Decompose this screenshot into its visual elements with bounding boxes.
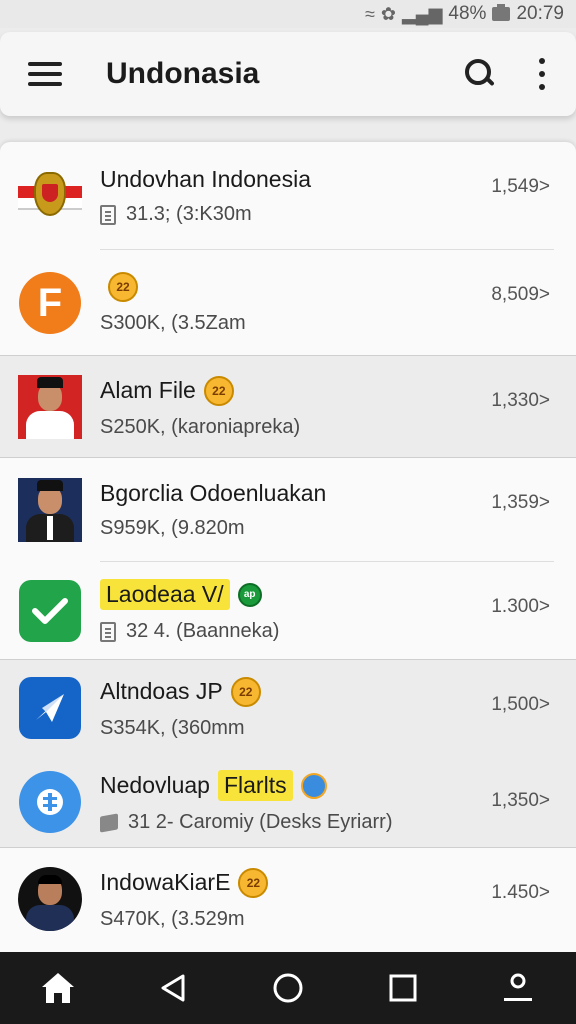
profile-button[interactable] (488, 958, 548, 1018)
cross-logo-icon (18, 770, 82, 834)
item-count: 1,359> (491, 492, 550, 513)
battery-percent: 48% (448, 3, 487, 24)
item-subtitle: S300K, (3.5Zam (100, 311, 246, 334)
item-subtitle: S470K, (3.529m (100, 907, 245, 930)
navigation-bar (0, 952, 576, 1024)
emoji-badge-icon: 22 (230, 676, 261, 707)
list-item[interactable]: Altndoas JP 22 S354K, (360mm 1,500> (0, 660, 576, 756)
emoji-badge-icon: ap (237, 582, 262, 607)
coat-of-arms-icon (18, 164, 82, 228)
item-subtitle: 31 2- Caromiy (Desks Eyriarr) (128, 811, 393, 833)
item-title: IndowaKiarE (100, 869, 231, 895)
item-subtitle: S354K, (360mm (100, 716, 245, 739)
f-logo-icon: F (18, 271, 82, 335)
emoji-badge-icon: 22 (203, 375, 234, 406)
item-count: 1.450> (491, 882, 550, 903)
portrait-photo (18, 478, 82, 542)
list-item[interactable]: IndowaKiarE 22 S470K, (3.529m 1.450> (0, 848, 576, 950)
circle-icon (273, 973, 303, 1003)
list-item[interactable]: F 22 S300K, (3.5Zam 8,509> (0, 250, 576, 356)
item-count: 1,330> (491, 390, 550, 411)
item-count: 8,509> (491, 284, 550, 305)
document-icon (100, 204, 116, 225)
card-icon (100, 812, 118, 833)
item-subtitle: S250K, (karoniapreka) (100, 415, 301, 438)
home-button[interactable] (28, 958, 88, 1018)
item-title: Alam File (100, 377, 196, 403)
emoji-badge-icon: 22 (238, 867, 269, 898)
channel-list: Undovhan Indonesia 31.3; (3:K30m 1,549> … (0, 142, 576, 952)
item-subtitle: 32 4. (Baanneka) (126, 620, 280, 642)
clock: 20:79 (516, 3, 564, 24)
item-count: 1,350> (491, 790, 550, 811)
search-icon[interactable] (460, 54, 500, 94)
item-title: Bgorclia Odoenluakan (100, 480, 327, 506)
item-highlight: Flarlts (217, 770, 293, 801)
document-icon (100, 621, 116, 642)
list-item[interactable]: Laodeaa V/ap 32 4. (Baanneka) 1.300> (0, 562, 576, 660)
item-title: Laodeaa V/ (100, 579, 230, 610)
emoji-badge-icon: 22 (108, 271, 138, 302)
app-title: Undonasia (106, 57, 260, 90)
item-count: 1,549> (491, 176, 550, 197)
signal-icon: ▂▄▆ (401, 3, 443, 24)
profile-icon (504, 973, 533, 1001)
recents-button[interactable] (373, 958, 433, 1018)
wifi-icon: ≈ (364, 3, 375, 24)
item-count: 1,500> (491, 694, 550, 715)
paper-plane-logo-icon (18, 676, 82, 740)
square-icon (389, 974, 417, 1002)
battery-icon (492, 4, 511, 21)
list-item[interactable]: Bgorclia Odoenluakan S959K, (9.820m 1,35… (0, 458, 576, 562)
list-item[interactable]: Nedovluap Flarlts 31 2- Caromiy (Desks Ey… (0, 756, 576, 848)
portrait-photo (18, 375, 82, 439)
list-item[interactable]: Undovhan Indonesia 31.3; (3:K30m 1,549> (0, 142, 576, 250)
portrait-photo (18, 867, 82, 931)
vibrate-icon: ✿ (380, 3, 396, 24)
hamburger-menu-icon[interactable] (28, 62, 62, 86)
item-title: Altndoas JP (100, 678, 223, 704)
app-bar: Undonasia (0, 32, 576, 116)
back-triangle-icon (161, 974, 185, 1002)
item-subtitle: S959K, (9.820m (100, 517, 245, 539)
item-count: 1.300> (491, 596, 550, 617)
status-bar: ≈ ✿ ▂▄▆ 48% 20:79 (0, 0, 576, 28)
home-circle-button[interactable] (258, 958, 318, 1018)
item-title: Undovhan Indonesia (100, 166, 311, 192)
home-icon (41, 973, 74, 1003)
back-button[interactable] (143, 958, 203, 1018)
more-options-icon[interactable] (536, 58, 548, 90)
checkmark-logo-icon (18, 579, 82, 643)
list-item[interactable]: Alam File 22 S250K, (karoniapreka) 1,330> (0, 356, 576, 458)
item-title: Nedovluap (100, 772, 210, 798)
item-subtitle: 31.3; (3:K30m (126, 203, 252, 225)
globe-icon (300, 772, 327, 799)
